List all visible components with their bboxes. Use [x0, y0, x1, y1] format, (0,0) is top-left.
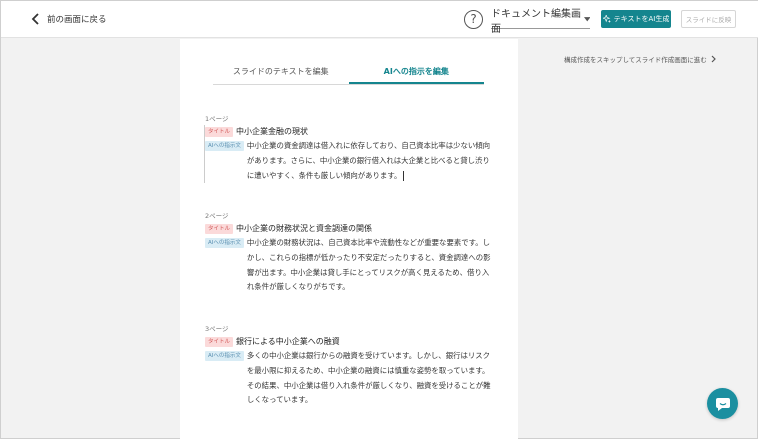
instruction-row: AIへの指示文 中小企業の財務状況は、自己資本比率や流動性などが重要な要素です。… — [205, 236, 505, 295]
back-button[interactable]: 前の画面に戻る — [31, 12, 107, 26]
title-row: タイトル 銀行による中小企業への融資 — [205, 335, 505, 349]
instruction-row: AIへの指示文 多くの中小企業は銀行からの融資を受けています。しかし、銀行はリス… — [205, 349, 505, 408]
chevron-left-icon — [31, 13, 39, 25]
title-row: タイトル 中小企業の財務状況と資金調達の関係 — [205, 222, 505, 236]
ai-generate-label: テキストをAI生成 — [613, 15, 670, 23]
page-title-field[interactable]: 中小企業金融の現状 — [236, 125, 308, 139]
instruction-field[interactable]: 中小企業の財務状況は、自己資本比率や流動性などが重要な要素です。しかし、これらの… — [247, 236, 493, 295]
reflect-to-slide-button[interactable]: スライドに反映 — [681, 10, 736, 28]
page-block-1: 1ページ タイトル 中小企業金融の現状 AIへの指示文 中小企業の資金調達は借入… — [204, 113, 505, 183]
title-badge: タイトル — [205, 224, 234, 234]
mode-select[interactable]: ドキュメント編集画面 — [491, 9, 590, 35]
caret-down-icon — [583, 17, 590, 22]
ai-generate-button[interactable]: テキストをAI生成 — [601, 10, 671, 28]
chat-bubble-icon — [715, 397, 730, 411]
chat-button[interactable] — [707, 388, 738, 419]
skip-link-label: 構成作成をスキップしてスライド作成画面に進む — [564, 56, 707, 64]
instruction-badge: AIへの指示文 — [205, 351, 244, 361]
instruction-badge: AIへの指示文 — [205, 141, 244, 151]
instruction-row: AIへの指示文 中小企業の資金調達は借入れに依存しており、自己資本比率は少ない傾… — [205, 139, 505, 183]
page-number: 2ページ — [205, 212, 229, 220]
tab-slide-text[interactable]: スライドのテキストを編集 — [213, 64, 349, 84]
editor-panel: スライドのテキストを編集 AIへの指示を編集 1ページ タイトル 中小企業金融の… — [180, 39, 518, 439]
skip-to-slide-link[interactable]: 構成作成をスキップしてスライド作成画面に進む — [564, 54, 716, 64]
page-title-field[interactable]: 銀行による中小企業への融資 — [236, 335, 340, 349]
title-badge: タイトル — [205, 337, 234, 347]
page-title-field[interactable]: 中小企業の財務状況と資金調達の関係 — [236, 222, 372, 236]
editor-tabs: スライドのテキストを編集 AIへの指示を編集 — [213, 64, 484, 85]
instruction-field[interactable]: 中小企業の資金調達は借入れに依存しており、自己資本比率は少ない傾向があります。さ… — [247, 139, 493, 183]
text-cursor — [403, 170, 405, 181]
page-block-3: 3ページ タイトル 銀行による中小企業への融資 AIへの指示文 多くの中小企業は… — [205, 323, 505, 408]
instruction-field[interactable]: 多くの中小企業は銀行からの融資を受けています。しかし、銀行はリスクを最小限に抑え… — [247, 349, 493, 408]
instruction-badge: AIへの指示文 — [205, 238, 244, 248]
page-number: 3ページ — [205, 325, 229, 333]
instruction-text: 中小企業の資金調達は借入れに依存しており、自己資本比率は少ない傾向があります。さ… — [246, 141, 491, 180]
tab-ai-instruction[interactable]: AIへの指示を編集 — [348, 64, 484, 84]
title-badge: タイトル — [205, 127, 234, 137]
active-block-indicator — [204, 125, 205, 183]
mode-select-value: ドキュメント編集画面 — [491, 8, 581, 35]
title-row: タイトル 中小企業金融の現状 — [205, 125, 505, 139]
help-icon[interactable]: ? — [464, 10, 483, 29]
page-number: 1ページ — [205, 115, 229, 123]
back-label: 前の画面に戻る — [47, 15, 107, 25]
sparkle-icon — [602, 15, 611, 23]
top-header: 前の画面に戻る ? ドキュメント編集画面 テキストをAI生成 スライドに反映 — [1, 1, 758, 38]
page-block-2: 2ページ タイトル 中小企業の財務状況と資金調達の関係 AIへの指示文 中小企業… — [205, 210, 505, 295]
app-window: 前の画面に戻る ? ドキュメント編集画面 テキストをAI生成 スライドに反映 ス… — [0, 0, 758, 439]
chevron-right-icon — [711, 55, 716, 63]
